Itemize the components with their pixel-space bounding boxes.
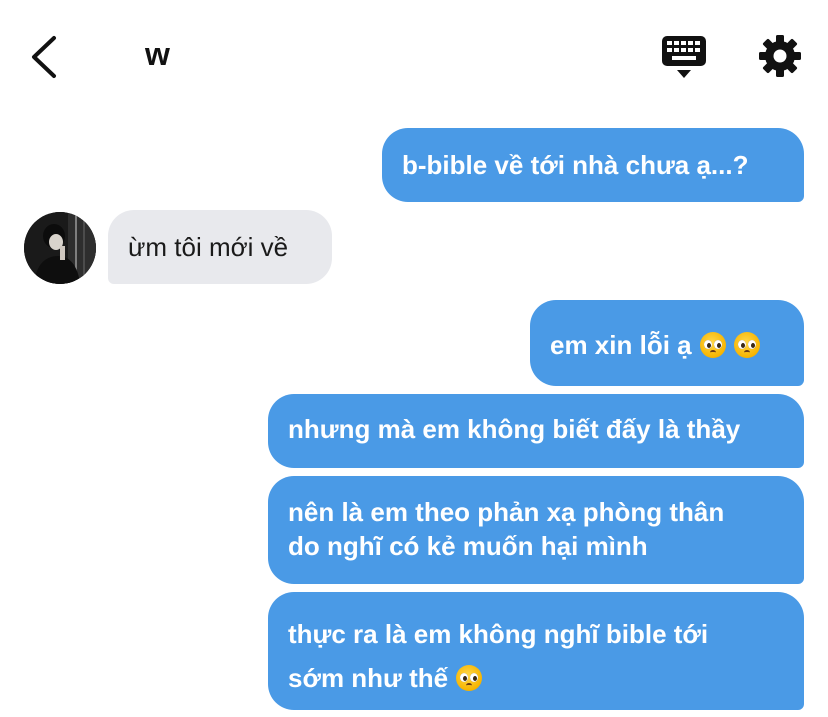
profile-photo-icon	[24, 212, 96, 284]
pleading-face-emoji-icon	[733, 332, 760, 358]
message-bubble-sent[interactable]: nên là em theo phản xạ phòng thân do ngh…	[268, 476, 804, 584]
message-text: b-bible về tới nhà chưa ạ...?	[402, 150, 749, 180]
message-bubble-sent[interactable]: em xin lỗi ạ	[530, 300, 804, 386]
message-bubble-sent[interactable]: b-bible về tới nhà chưa ạ...?	[382, 128, 804, 202]
gear-icon	[759, 35, 801, 77]
keyboard-button[interactable]	[660, 34, 708, 80]
avatar[interactable]	[24, 212, 96, 284]
message-bubble-received[interactable]: ừm tôi mới về	[108, 210, 332, 284]
message-text-line: do nghĩ có kẻ muốn hại mình	[288, 531, 648, 561]
pleading-face-emoji-icon	[699, 332, 726, 358]
conversation-title[interactable]: w	[145, 36, 170, 73]
settings-button[interactable]	[758, 34, 802, 78]
message-bubble-sent[interactable]: nhưng mà em không biết đấy là thầy	[268, 394, 804, 468]
back-button[interactable]	[26, 34, 66, 80]
keyboard-icon	[662, 36, 706, 78]
message-text-line: nên là em theo phản xạ phòng thân	[288, 497, 725, 527]
message-bubble-sent[interactable]: thực ra là em không nghĩ bible tới sớm n…	[268, 592, 804, 710]
message-text: ừm tôi mới về	[128, 232, 289, 262]
chat-header: w	[0, 0, 828, 110]
message-text-line: sớm như thế	[288, 663, 449, 693]
pleading-face-emoji-icon	[456, 665, 483, 691]
message-text-line: thực ra là em không nghĩ bible tới	[288, 619, 709, 649]
chevron-left-icon	[32, 36, 56, 78]
message-text: em xin lỗi ạ	[550, 330, 692, 360]
message-text: nhưng mà em không biết đấy là thầy	[288, 414, 741, 444]
